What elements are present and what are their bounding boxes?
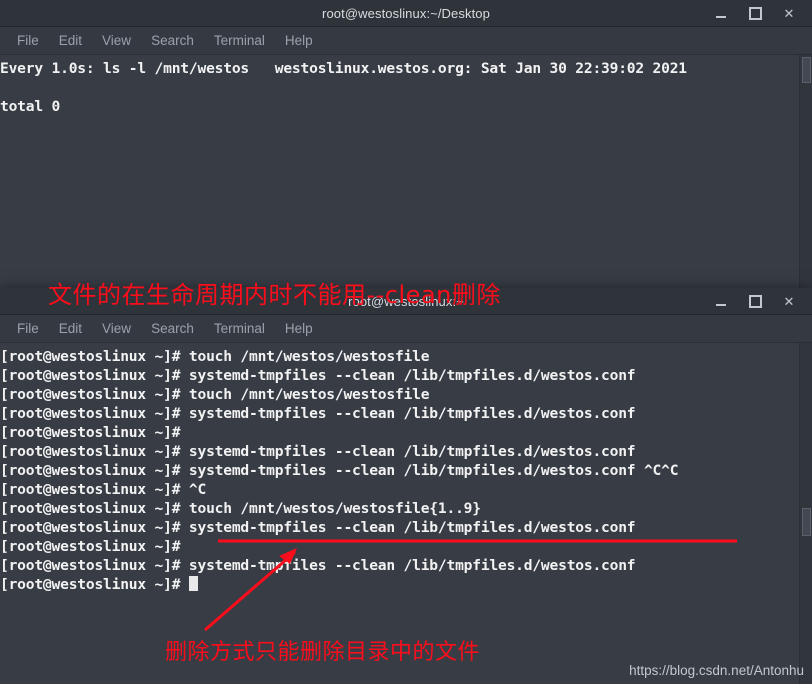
terminal-line: [root@westoslinux ~]# systemd-tmpfiles -…: [0, 367, 636, 384]
maximize-icon[interactable]: [748, 294, 762, 308]
terminal-line: [root@westoslinux ~]#: [0, 424, 181, 441]
scrollbar-thumb-top[interactable]: [802, 57, 811, 83]
terminal-line: [root@westoslinux ~]# systemd-tmpfiles -…: [0, 443, 636, 460]
watermark: https://blog.csdn.net/Antonhu: [629, 663, 804, 678]
menu-search[interactable]: Search: [142, 30, 203, 51]
window-controls-top: ✕: [714, 6, 812, 20]
close-icon[interactable]: ✕: [782, 6, 796, 20]
titlebar-top[interactable]: root@westoslinux:~/Desktop ✕: [0, 0, 812, 27]
terminal-line-underlined: [root@westoslinux ~]# systemd-tmpfiles -…: [0, 519, 636, 536]
annotation-top-note: 文件的在生命周期内时不能用--clean删除: [48, 281, 501, 309]
terminal-line: [root@westoslinux ~]# touch /mnt/westos/…: [0, 386, 430, 403]
menu-terminal[interactable]: Terminal: [205, 318, 274, 339]
menubar-bottom[interactable]: File Edit View Search Terminal Help: [0, 315, 812, 343]
maximize-icon[interactable]: [748, 6, 762, 20]
menu-file[interactable]: File: [8, 30, 48, 51]
scrollbar-thumb-bottom[interactable]: [802, 508, 811, 536]
terminal-line: [root@westoslinux ~]# ^C: [0, 481, 207, 498]
minimize-icon[interactable]: [714, 6, 728, 20]
terminal-line: [root@westoslinux ~]# systemd-tmpfiles -…: [0, 462, 679, 479]
menu-help[interactable]: Help: [276, 318, 322, 339]
minimize-icon[interactable]: [714, 294, 728, 308]
menu-terminal[interactable]: Terminal: [205, 30, 274, 51]
close-icon[interactable]: ✕: [782, 294, 796, 308]
text-cursor: [188, 576, 198, 591]
scrollbar-top[interactable]: [799, 55, 812, 306]
menu-view[interactable]: View: [93, 318, 140, 339]
terminal-window-bottom[interactable]: root@westoslinux:~ ✕ File Edit View Sear…: [0, 288, 812, 684]
terminal-prompt-line: [root@westoslinux ~]#: [0, 575, 812, 594]
terminal-line: [root@westoslinux ~]# touch /mnt/westos/…: [0, 500, 481, 517]
window-controls-bottom: ✕: [714, 294, 812, 308]
prompt-text: [root@westoslinux ~]#: [0, 576, 189, 593]
terminal-line: [root@westoslinux ~]# touch /mnt/westos/…: [0, 348, 430, 365]
terminal-line: [root@westoslinux ~]#: [0, 538, 181, 555]
menu-view[interactable]: View: [93, 30, 140, 51]
terminal-line: total 0: [0, 98, 61, 115]
menu-edit[interactable]: Edit: [50, 318, 91, 339]
terminal-window-top[interactable]: root@westoslinux:~/Desktop ✕ File Edit V…: [0, 0, 812, 306]
terminal-output-bottom[interactable]: [root@westoslinux ~]# touch /mnt/westos/…: [0, 343, 812, 684]
scrollbar-bottom[interactable]: [799, 343, 812, 684]
menu-file[interactable]: File: [8, 318, 48, 339]
terminal-output-top[interactable]: Every 1.0s: ls -l /mnt/westos westoslinu…: [0, 55, 812, 306]
screen: Trash root@westoslinux:~/Desktop ✕ File …: [0, 0, 812, 684]
menu-search[interactable]: Search: [142, 318, 203, 339]
window-title-top: root@westoslinux:~/Desktop: [322, 5, 490, 21]
annotation-bottom-note: 删除方式只能删除目录中的文件: [165, 640, 481, 665]
terminal-line: [root@westoslinux ~]# systemd-tmpfiles -…: [0, 557, 636, 574]
menu-help[interactable]: Help: [276, 30, 322, 51]
terminal-line: [root@westoslinux ~]# systemd-tmpfiles -…: [0, 405, 636, 422]
menu-edit[interactable]: Edit: [50, 30, 91, 51]
terminal-line: Every 1.0s: ls -l /mnt/westos westoslinu…: [0, 60, 687, 77]
menubar-top[interactable]: File Edit View Search Terminal Help: [0, 27, 812, 55]
